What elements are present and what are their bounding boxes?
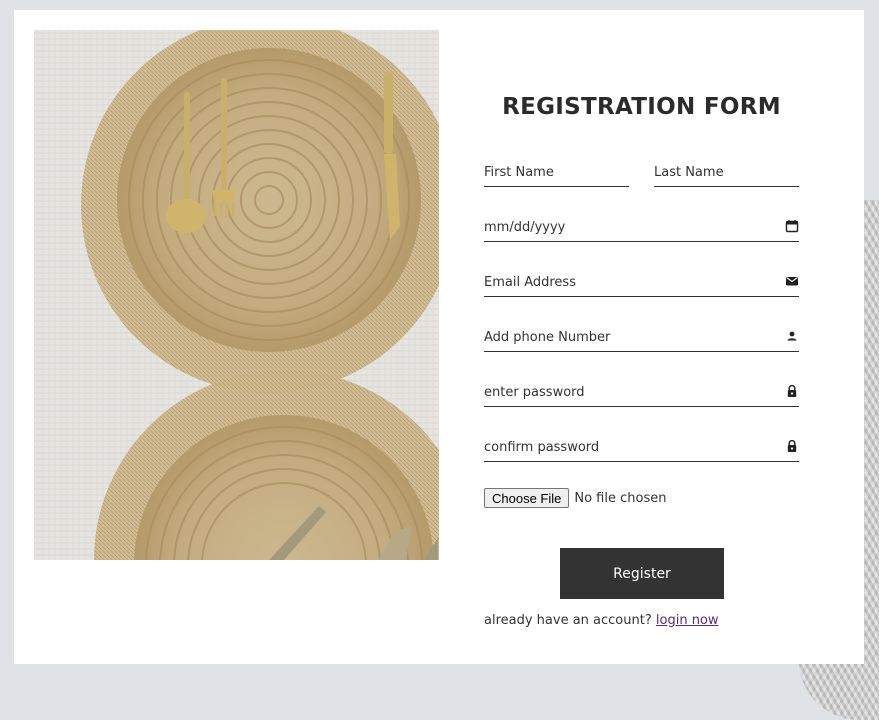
lock-icon — [787, 439, 797, 452]
date-field — [484, 211, 799, 242]
date-input[interactable] — [484, 220, 799, 235]
envelope-icon — [786, 277, 798, 286]
confirm-password-field — [484, 431, 799, 462]
form-title: REGISTRATION FORM — [502, 94, 781, 120]
first-name-field — [484, 156, 629, 187]
login-prompt-line: already have an account? login now — [484, 613, 719, 628]
file-upload: Choose File No file chosen — [484, 487, 666, 509]
password-field — [484, 376, 799, 407]
last-name-field — [654, 156, 799, 187]
confirm-password-input[interactable] — [484, 440, 799, 455]
calendar-icon[interactable] — [785, 219, 799, 233]
login-now-link[interactable]: login now — [656, 613, 719, 628]
password-input[interactable] — [484, 385, 799, 400]
first-name-input[interactable] — [484, 165, 629, 180]
person-icon — [787, 331, 797, 341]
register-button[interactable]: Register — [560, 548, 724, 599]
login-prompt-text: already have an account? — [484, 613, 652, 628]
file-status: No file chosen — [574, 490, 667, 506]
phone-input[interactable] — [484, 330, 799, 345]
lock-icon — [787, 384, 797, 397]
placemat-photo — [34, 30, 439, 560]
last-name-input[interactable] — [654, 165, 799, 180]
registration-card: REGISTRATION FORM First Name Last Name m… — [14, 10, 864, 664]
email-field — [484, 266, 799, 297]
placemat-illustration — [34, 30, 439, 560]
phone-field — [484, 321, 799, 352]
choose-file-button[interactable]: Choose File — [484, 488, 570, 508]
email-input[interactable] — [484, 275, 799, 290]
